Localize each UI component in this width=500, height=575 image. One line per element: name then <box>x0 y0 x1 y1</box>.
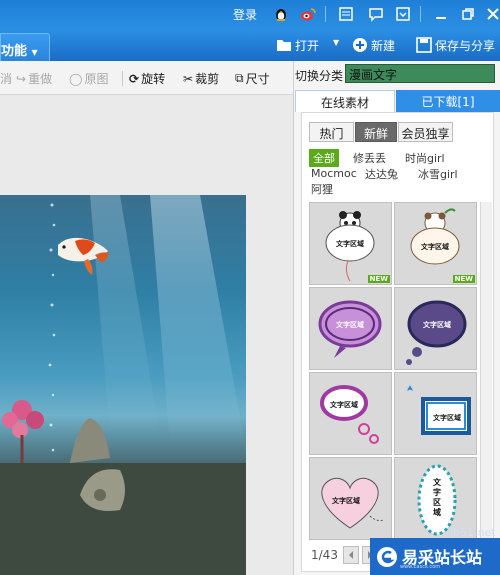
tag-xiudiudiu[interactable]: 修丢丢 <box>353 150 386 166</box>
site-watermark: jb51.net 易采站长站 www.Easck.com <box>370 526 500 575</box>
rotate-icon: ⟳ <box>129 71 140 86</box>
thumbnail-label: 文字区域 <box>423 321 451 329</box>
coral-icon <box>2 400 44 463</box>
undo-button[interactable]: 消 <box>0 70 12 87</box>
tab-online-material[interactable]: 在线素材 <box>295 90 395 112</box>
titlebar-divider <box>325 6 326 22</box>
thumbnail-label: 文字区域 <box>332 497 360 505</box>
restore-icon[interactable] <box>460 6 476 22</box>
skin-icon[interactable] <box>395 6 411 22</box>
minimize-icon[interactable] <box>433 6 449 22</box>
edit-toolbar: 消 ↪ 重做 ◯ 原图 ⟳ 旋转 ✂ 裁剪 ⧉ 尺寸 <box>0 61 293 95</box>
thumbnail-label: 文字区域 <box>433 478 441 517</box>
thumbnail-scrollbar[interactable] <box>480 202 492 538</box>
filter-hot[interactable]: 热门 <box>309 122 354 142</box>
category-label: 切换分类 <box>295 69 344 83</box>
title-bar: 登录 <box>0 0 500 30</box>
category-value: 漫画文字 <box>349 68 398 82</box>
redo-label: 重做 <box>28 72 53 86</box>
filter-fresh[interactable]: 新鲜 <box>355 122 397 142</box>
function-menu-label: 功能 <box>1 44 28 59</box>
save-share-label: 保存与分享 <box>435 38 496 53</box>
chevron-down-icon: ▼ <box>31 48 38 57</box>
message-icon[interactable] <box>368 6 384 22</box>
tag-all[interactable]: 全部 <box>309 149 339 167</box>
thumbnail-label: 文字区域 <box>330 401 358 409</box>
underwater-scene <box>0 195 246 575</box>
main-toolbar: 功能 ▼ 打开 ▼ 新建 保存与分享 <box>0 30 500 61</box>
watermark-small-text: www.Easck.com <box>400 564 441 570</box>
category-select[interactable]: 漫画文字 <box>345 64 495 83</box>
thumbnail-item[interactable]: 文字区域 <box>394 287 477 370</box>
function-menu-tab[interactable]: 功能 ▼ <box>0 33 50 61</box>
watermark-url: jb51.net <box>450 526 496 539</box>
thumbnail-label: 文字区域 <box>433 414 461 422</box>
weibo-icon[interactable] <box>300 6 316 22</box>
scissors-icon: ✂ <box>183 71 194 86</box>
edit-divider <box>122 71 123 86</box>
crop-label: 裁剪 <box>195 72 220 86</box>
panel-tabs: 在线素材 已下载[1] <box>295 90 500 112</box>
folder-icon <box>277 40 291 51</box>
document-icon[interactable] <box>338 6 354 22</box>
original-label: 原图 <box>84 72 109 86</box>
original-button[interactable]: ◯ 原图 <box>69 70 108 87</box>
watermark-logo-icon <box>377 547 397 567</box>
tag-ali[interactable]: 阿狸 <box>311 181 333 197</box>
canvas-area[interactable] <box>0 95 293 575</box>
thumbnail-item[interactable]: 文字区域 NEW <box>309 202 392 285</box>
thumbnail-item[interactable]: 文字区域 NEW <box>394 202 477 285</box>
thumbnail-item[interactable]: 文字区域 <box>309 372 392 455</box>
open-dropdown-icon[interactable]: ▼ <box>333 38 339 47</box>
new-button[interactable]: 新建 <box>352 35 395 55</box>
thumbnail-label: 文字区域 <box>336 321 364 329</box>
new-label: 新建 <box>371 38 396 53</box>
underwater-photo[interactable] <box>0 195 246 575</box>
thumbnail-item[interactable]: 文字区域 <box>309 287 392 370</box>
triangle-left-icon <box>349 551 353 559</box>
rotate-label: 旋转 <box>141 72 166 86</box>
prev-page-button[interactable] <box>343 546 359 564</box>
login-link[interactable]: 登录 <box>233 6 257 23</box>
thumbnail-label: 文字区域 <box>336 240 364 248</box>
tag-fashion-girl[interactable]: 时尚girl <box>405 150 445 166</box>
qq-penguin-icon[interactable] <box>273 6 289 22</box>
open-label: 打开 <box>295 38 320 53</box>
close-icon[interactable] <box>485 6 500 22</box>
filter-members[interactable]: 会员独享 <box>398 122 453 142</box>
ring-bubble-icon <box>320 385 379 444</box>
new-badge: NEW <box>452 275 475 283</box>
original-icon: ◯ <box>69 71 83 86</box>
tag-mocmoc[interactable]: Mocmoc <box>311 167 357 180</box>
redo-button[interactable]: ↪ 重做 <box>16 70 52 87</box>
thumbnail-grid: 文字区域 NEW 文字区域 NEW 文字区域 文字区域 文字区域 文字区域 文字… <box>309 202 477 540</box>
new-badge: NEW <box>367 275 390 283</box>
resize-icon: ⧉ <box>235 71 244 85</box>
tag-dadatu[interactable]: 达达兔 <box>365 166 398 182</box>
tab-downloaded[interactable]: 已下载[1] <box>396 90 500 112</box>
page-indicator: 1/43 <box>311 548 338 562</box>
save-share-button[interactable]: 保存与分享 <box>416 35 495 55</box>
thumbnail-label: 文字区域 <box>421 243 449 251</box>
size-label: 尺寸 <box>245 72 270 86</box>
size-button[interactable]: ⧉ 尺寸 <box>235 70 270 87</box>
tag-ice-girl[interactable]: 冰雪girl <box>418 166 458 182</box>
plus-circle-icon <box>353 38 367 52</box>
redo-icon: ↪ <box>16 71 27 86</box>
rotate-button[interactable]: ⟳ 旋转 <box>129 70 165 87</box>
save-icon <box>416 37 432 53</box>
thumbnail-item[interactable]: 文字区域 <box>394 372 477 455</box>
open-button[interactable]: 打开 <box>276 35 319 55</box>
titlebar-divider-2 <box>420 6 421 22</box>
thumbnail-item[interactable]: 文字区域 <box>309 457 392 540</box>
crop-button[interactable]: ✂ 裁剪 <box>183 70 219 87</box>
